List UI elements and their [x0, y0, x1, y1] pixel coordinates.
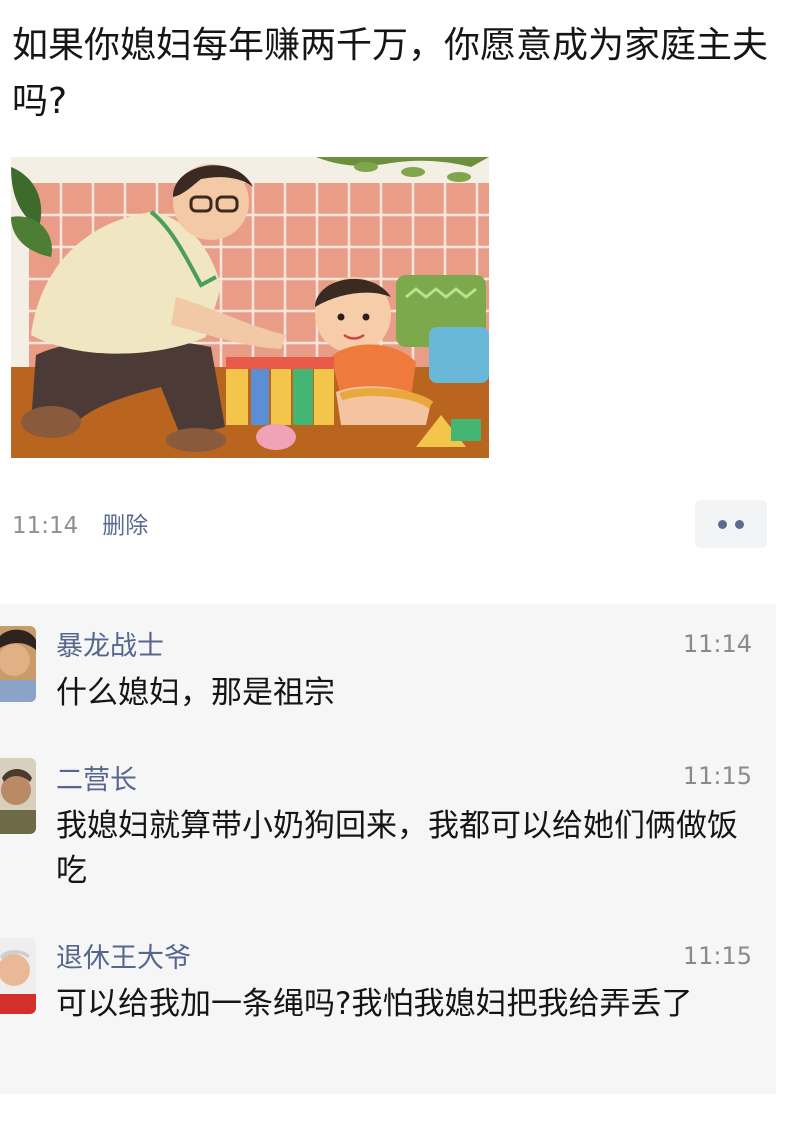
comment-author[interactable]: 二营长 — [56, 758, 137, 797]
post-text: 如果你媳妇每年赚两千万，你愿意成为家庭主夫吗? — [12, 25, 769, 122]
dot-icon — [735, 519, 744, 529]
post-time: 11:14 — [12, 513, 79, 539]
post-meta: 11:14 删除 — [12, 506, 148, 540]
comment-author[interactable]: 暴龙战士 — [56, 624, 164, 663]
comment-time: 11:15 — [682, 942, 752, 970]
delete-link[interactable]: 删除 — [102, 513, 148, 539]
avatar[interactable] — [0, 626, 36, 702]
more-dots-icon[interactable] — [695, 500, 767, 548]
comment-text: 什么媳妇，那是祖宗 — [56, 675, 335, 711]
comment-time: 11:14 — [682, 630, 752, 658]
comment-section: 暴龙战士 11:14 什么媳妇，那是祖宗 二营长 11:15 我媳妇就算带小奶狗… — [0, 604, 776, 1094]
comment-time: 11:15 — [682, 762, 752, 790]
comment-text: 我媳妇就算带小奶狗回来，我都可以给她们俩做饭吃 — [56, 808, 738, 889]
avatar[interactable] — [0, 758, 36, 834]
comment-text: 可以给我加一条绳吗?我怕我媳妇把我给弄丢了 — [56, 986, 693, 1022]
post-image[interactable] — [11, 157, 489, 458]
comment-author[interactable]: 退休王大爷 — [56, 936, 191, 975]
avatar[interactable] — [0, 938, 36, 1014]
dot-icon — [718, 519, 727, 529]
